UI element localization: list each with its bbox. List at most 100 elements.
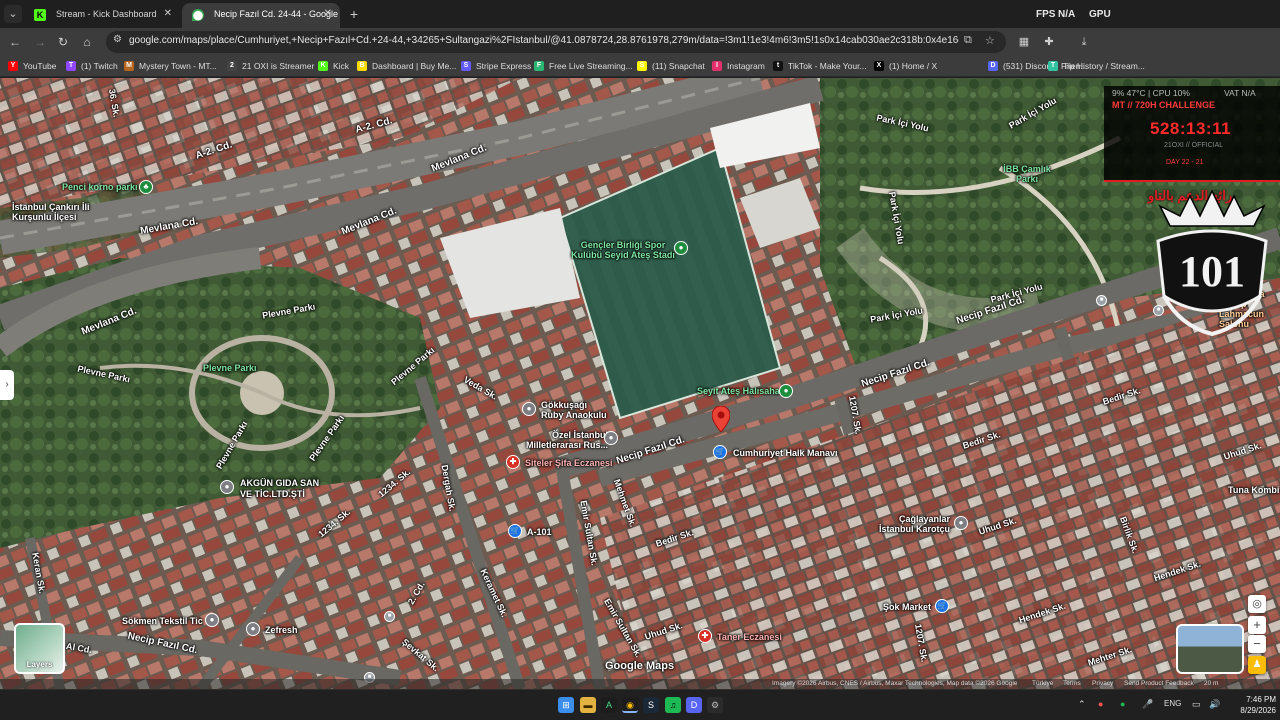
place-label[interactable]: Penci korno parkı	[62, 182, 138, 192]
bus-stop-icon[interactable]: ■	[1096, 295, 1107, 306]
place-label[interactable]: A-101	[527, 527, 552, 537]
bookmark-item[interactable]: S (11) Snapchat	[637, 59, 705, 74]
discord-icon[interactable]: D	[686, 697, 702, 713]
bookmark-item[interactable]: B Dashboard | Buy Me...	[357, 59, 456, 74]
place-label[interactable]: AKGÜN GIDA SAN VE TİC.LTD.ŞTİ	[240, 478, 330, 500]
wifi-icon[interactable]: ▭	[1192, 699, 1201, 710]
bookmark-item[interactable]: X (1) Home / X	[874, 59, 937, 74]
new-tab-button[interactable]: +	[346, 5, 362, 23]
grocery-pin-icon[interactable]: 🛒	[935, 599, 949, 613]
language-indicator[interactable]: ENG	[1164, 699, 1181, 708]
bus-stop-icon[interactable]: ■	[384, 611, 395, 622]
gpu-label: GPU	[1089, 9, 1111, 20]
bookmark-item[interactable]: I Instagram	[712, 59, 765, 74]
place-label[interactable]: İBB Çamlık Parkı	[1002, 164, 1052, 184]
bookmark-item[interactable]: t TikTok - Make Your...	[773, 59, 867, 74]
windows-start-icon[interactable]: ⊞	[558, 697, 574, 713]
bookmark-item[interactable]: S Stripe Express	[461, 59, 531, 74]
stadium-pin-icon[interactable]: ●	[674, 241, 688, 255]
back-icon[interactable]: ←	[7, 34, 23, 50]
extensions-icon[interactable]: ✚	[1042, 35, 1056, 49]
settings-icon[interactable]: ⚙	[707, 697, 723, 713]
place-label[interactable]: Plevne Parkı	[203, 363, 257, 373]
system-stats: 9% 47°C | CPU 10%	[1112, 88, 1190, 98]
attribution-link-country[interactable]: Türkiye	[1032, 679, 1053, 689]
place-label[interactable]: Gençler Birliği Spor Kulübü Seyid Ateş S…	[568, 240, 678, 260]
windows-taskbar: ⊞ ▬ A ◉ S ♫ D ⚙ ⌃ ● ● 🎤 ENG ▭ 🔊 7:46 PM …	[0, 689, 1280, 720]
tab-google-maps[interactable]: ⬤ Necip Fazıl Cd. 24-44 - Google ✕	[182, 3, 340, 28]
download-icon[interactable]: ⤓	[1077, 35, 1091, 49]
place-label[interactable]: Tuna Kombi	[1228, 485, 1279, 495]
attribution-link-privacy[interactable]: Privacy	[1092, 679, 1113, 689]
forward-icon[interactable]: →	[32, 34, 48, 50]
place-label[interactable]: Özel İstanbul Milletlerarası Rus...	[520, 430, 608, 450]
tray-app-icon[interactable]: ●	[1098, 699, 1103, 709]
zoom-in-button[interactable]: +	[1248, 616, 1266, 634]
park-pin-icon[interactable]: ♣	[139, 180, 153, 194]
app-icon[interactable]: A	[601, 697, 617, 713]
bookmark-item[interactable]: 2 21 OXI is Streamer	[227, 59, 314, 74]
place-label[interactable]: Zefresh	[265, 625, 298, 635]
place-label[interactable]: Gökkuşağı Ruby Anaokulu	[541, 400, 611, 420]
bookmark-favicon-icon: D	[988, 61, 998, 71]
bookmark-star-icon[interactable]: ☆	[985, 34, 995, 47]
microphone-icon[interactable]: 🎤	[1142, 699, 1153, 710]
satellite-map[interactable]: Mevlana Cd. Mevlana Cd. Mevlana Cd. Mevl…	[0, 78, 1280, 689]
school-pin-icon[interactable]: ●	[522, 402, 536, 416]
system-clock[interactable]: 7:46 PM 8/29/2026	[1232, 694, 1276, 716]
bookmark-item[interactable]: F Free Live Streaming...	[534, 59, 633, 74]
place-label[interactable]: Cumhuriyet Halk Manavı	[733, 448, 838, 458]
steam-icon[interactable]: S	[643, 697, 659, 713]
google-maps-logo: Google Maps	[605, 660, 675, 672]
street-view-thumbnail[interactable]	[1176, 624, 1244, 674]
address-bar[interactable]: ⚙ google.com/maps/place/Cumhuriyet,+Neci…	[106, 31, 1006, 53]
place-label[interactable]: Siteler Şifa Eczanesi	[525, 458, 613, 468]
bookmark-item[interactable]: T (1) Twitch	[66, 59, 118, 74]
business-pin-icon[interactable]: ●	[246, 622, 260, 636]
close-tab-icon[interactable]: ✕	[324, 3, 332, 25]
spotify-icon[interactable]: ♫	[665, 697, 681, 713]
place-label[interactable]: Sökmen Tekstil Tic	[122, 616, 203, 626]
pharmacy-pin-icon[interactable]: ✚	[506, 455, 520, 469]
school-pin-icon[interactable]: ●	[604, 431, 618, 445]
place-label[interactable]: Çağlayanlar İstanbul Karotçu	[878, 514, 950, 534]
pharmacy-pin-icon[interactable]: ✚	[698, 629, 712, 643]
tab-search-button[interactable]: ⌄	[4, 5, 22, 23]
tab-kick-dashboard[interactable]: K Stream - Kick Dashboard ✕	[24, 3, 180, 28]
bookmark-label: Mystery Town - MT...	[139, 61, 217, 71]
zoom-out-button[interactable]: −	[1248, 635, 1266, 653]
bookmark-item[interactable]: T Tip History / Stream...	[1048, 59, 1145, 74]
close-tab-icon[interactable]: ✕	[164, 3, 172, 25]
business-pin-icon[interactable]: ●	[954, 516, 968, 530]
home-icon[interactable]: ⌂	[79, 34, 95, 50]
reload-icon[interactable]: ↻	[55, 34, 71, 50]
grocery-pin-icon[interactable]: 🛒	[713, 445, 727, 459]
place-label[interactable]: Taner Eczanesi	[717, 632, 782, 642]
grocery-pin-icon[interactable]: 🛒	[508, 524, 522, 538]
bookmark-item[interactable]: Y YouTube	[8, 59, 56, 74]
pegman-icon[interactable]: ♟	[1248, 656, 1266, 674]
layers-button[interactable]: Layers	[14, 623, 65, 674]
bookmark-item[interactable]: K Kick	[318, 59, 349, 74]
site-info-icon[interactable]: ⚙	[113, 34, 122, 45]
my-location-icon[interactable]: ◎	[1248, 595, 1266, 613]
business-pin-icon[interactable]: ●	[220, 480, 234, 494]
tray-spotify-icon[interactable]: ●	[1120, 699, 1125, 709]
volume-icon[interactable]: 🔊	[1209, 699, 1220, 710]
place-label[interactable]: İstanbul Çankırı İli Kurşunlu İlçesi	[12, 202, 92, 222]
selected-location-pin-icon[interactable]	[712, 406, 730, 432]
tray-overflow-icon[interactable]: ⌃	[1078, 699, 1086, 710]
place-label[interactable]: Şok Market	[883, 602, 931, 612]
bookmark-item[interactable]: M Mystery Town - MT...	[124, 59, 217, 74]
file-explorer-icon[interactable]: ▬	[580, 697, 596, 713]
place-label[interactable]: Seyit Ateş Halısaha	[697, 386, 780, 396]
pitch-pin-icon[interactable]: ●	[779, 384, 793, 398]
qr-code-icon[interactable]: ▦	[1017, 35, 1031, 49]
attribution-link-feedback[interactable]: Send Product Feedback	[1124, 679, 1194, 689]
expand-side-panel-button[interactable]: ›	[0, 370, 14, 400]
business-pin-icon[interactable]: ●	[205, 613, 219, 627]
map-scale[interactable]: 20 m	[1204, 679, 1218, 689]
attribution-link-terms[interactable]: Terms	[1063, 679, 1081, 689]
open-in-app-icon[interactable]: ⧉	[964, 34, 972, 47]
chrome-icon[interactable]: ◉	[622, 697, 638, 713]
